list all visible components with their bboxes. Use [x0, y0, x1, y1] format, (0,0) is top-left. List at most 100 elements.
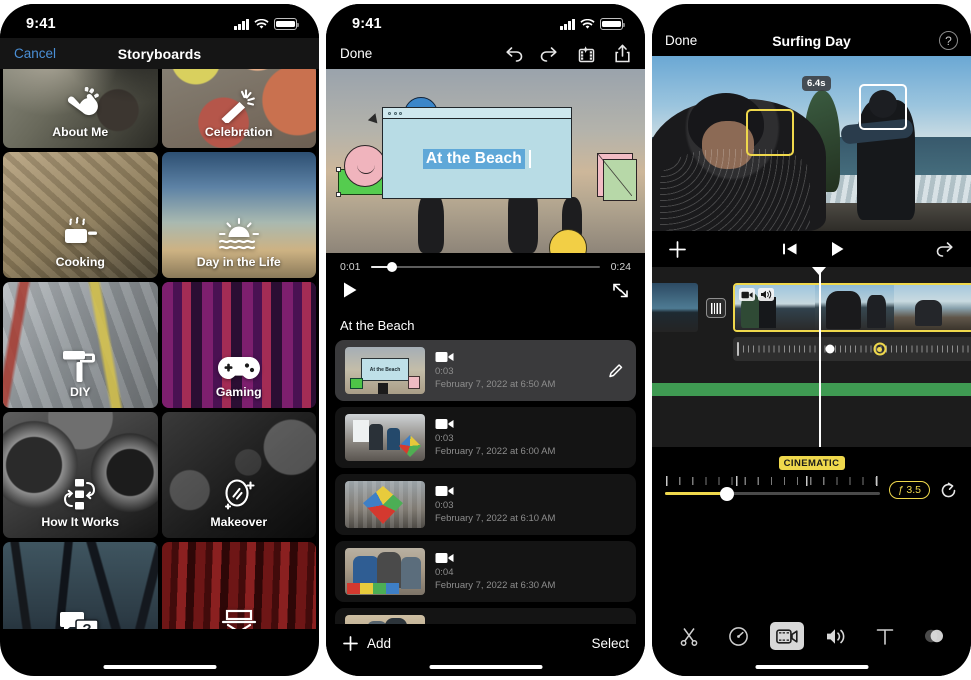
transition-icon[interactable] — [706, 298, 726, 318]
skip-to-start-icon[interactable] — [782, 242, 798, 256]
clip-date: February 7, 2022 at 6:00 AM — [435, 446, 556, 457]
phone-panel-editor: 9:41 Done At the Beach 0:01 0:24 At the … — [326, 4, 645, 676]
storyboard-card-cooking[interactable]: Cooking — [3, 152, 158, 278]
previous-clip[interactable] — [652, 283, 698, 332]
editor-actions — [504, 44, 631, 63]
wifi-icon — [580, 18, 595, 30]
card-label: Celebration — [204, 125, 273, 139]
kite-decoration — [367, 111, 381, 124]
redo-icon[interactable] — [540, 45, 559, 62]
video-camera-icon — [435, 552, 555, 564]
cinematic-camera-icon[interactable] — [770, 622, 804, 650]
slider-knob[interactable] — [720, 486, 735, 501]
playhead[interactable] — [819, 267, 822, 447]
share-icon[interactable] — [614, 44, 631, 63]
depth-slider[interactable] — [665, 476, 880, 503]
video-camera-icon — [435, 485, 555, 497]
add-label: Add — [367, 635, 392, 651]
title-text[interactable]: At the Beach — [422, 148, 525, 169]
card-label: DIY — [70, 385, 91, 399]
fstop-badge[interactable]: ƒ 3.5 — [888, 481, 930, 499]
storyboard-card-diy[interactable]: DIY — [3, 282, 158, 408]
storyboard-card-makeover[interactable]: Makeover — [161, 412, 316, 538]
fstop-value: 3.5 — [906, 484, 921, 496]
storyboard-card-qa[interactable]: ? Q&A — [3, 542, 158, 629]
plus-icon[interactable] — [668, 240, 687, 259]
phone-panel-storyboards: 9:41 Cancel Storyboards About Me Celebra… — [0, 4, 319, 676]
pencil-icon[interactable] — [607, 362, 624, 379]
clip-row[interactable]: 0:04 February 7, 2022 at 6:30 AM — [335, 541, 636, 602]
storyboard-grid: About Me Celebration Cooking Day in the … — [0, 22, 319, 629]
playback-scrubber[interactable]: 0:01 0:24 — [326, 253, 645, 273]
home-indicator[interactable] — [103, 664, 216, 669]
scrubber-track[interactable] — [371, 262, 600, 272]
card-label: Cooking — [55, 255, 105, 269]
clip-badges — [739, 288, 774, 301]
scrubber-knob[interactable] — [386, 262, 397, 272]
undo-icon[interactable] — [504, 45, 523, 62]
clip-row[interactable]: At the Beach 0:03 February 7, 2022 at 6:… — [335, 340, 636, 401]
clip-row[interactable]: 0:03 February 7, 2022 at 6:10 AM — [335, 474, 636, 535]
audio-track-band[interactable] — [652, 383, 971, 396]
add-button[interactable]: Add — [342, 635, 391, 652]
directors-chair-icon — [219, 607, 259, 629]
cinematic-panel: CINEMATIC ƒ 3.5 — [652, 447, 971, 503]
select-button[interactable]: Select — [591, 636, 629, 651]
question-mark-circle-icon[interactable]: ? — [939, 31, 958, 50]
magic-movie-icon[interactable] — [576, 45, 597, 63]
navigation-bar: Done Surfing Day ? — [652, 25, 971, 56]
tracked-face-box[interactable] — [746, 109, 794, 156]
clip-list[interactable]: At the Beach 0:03 February 7, 2022 at 6:… — [326, 340, 645, 638]
pink-smiley-sticker[interactable] — [344, 145, 386, 187]
speedometer-icon[interactable] — [721, 622, 755, 650]
clip-metadata: 0:03 February 7, 2022 at 6:00 AM — [435, 418, 555, 457]
reset-icon[interactable] — [939, 481, 958, 500]
project-title: At the Beach — [326, 308, 645, 340]
home-indicator[interactable] — [755, 664, 868, 669]
text-icon[interactable] — [868, 622, 902, 650]
filters-icon[interactable] — [917, 622, 951, 650]
storyboard-card-day-in-the-life[interactable]: Day in the Life — [161, 152, 316, 278]
photo-stack-sticker[interactable] — [597, 153, 637, 201]
expand-arrows-icon[interactable] — [612, 282, 629, 299]
duration-badge: 6.4s — [802, 76, 831, 91]
scissors-icon[interactable] — [672, 622, 706, 650]
video-preview[interactable]: At the Beach — [326, 69, 645, 253]
playhead-handle[interactable] — [812, 267, 827, 275]
timeline-toolbar — [652, 231, 971, 267]
play-icon[interactable] — [342, 281, 358, 299]
signal-bars-icon — [560, 18, 575, 30]
keyframe-ruler[interactable] — [733, 337, 971, 361]
resize-handle[interactable] — [336, 167, 341, 172]
volume-icon[interactable] — [819, 622, 853, 650]
selectable-subject-box[interactable] — [859, 84, 907, 130]
title-card-overlay[interactable]: At the Beach — [382, 107, 572, 199]
play-icon[interactable] — [830, 241, 845, 257]
storyboard-card-gaming[interactable]: Gaming — [161, 282, 316, 408]
keyframe-marker-active[interactable] — [873, 342, 887, 356]
done-button[interactable]: Done — [665, 33, 697, 48]
navigation-bar: Cancel Storyboards — [0, 38, 319, 69]
done-button[interactable]: Done — [340, 46, 372, 61]
title-text-area[interactable]: At the Beach — [383, 119, 571, 198]
undo-icon[interactable] — [936, 241, 955, 258]
video-preview[interactable]: 6.4s — [652, 56, 971, 231]
home-indicator[interactable] — [429, 664, 542, 669]
cancel-button[interactable]: Cancel — [14, 46, 56, 61]
resize-handle[interactable] — [336, 192, 341, 197]
storyboard-card-film[interactable]: Film — [161, 542, 316, 629]
phone-panel-cinematic: Done Surfing Day ? 6.4s CINEMATIC ƒ 3.5 — [652, 4, 971, 676]
card-label: Day in the Life — [196, 255, 281, 269]
clip-date: February 7, 2022 at 6:30 AM — [435, 580, 556, 591]
slider-track[interactable] — [665, 492, 880, 495]
storyboard-card-how-it-works[interactable]: How It Works — [3, 412, 158, 538]
timeline[interactable] — [652, 267, 971, 447]
screenshot-stage: 9:41 Cancel Storyboards About Me Celebra… — [0, 0, 971, 680]
beach-figure — [418, 191, 444, 253]
clip-row[interactable]: 0:03 February 7, 2022 at 6:00 AM — [335, 407, 636, 468]
selected-clip[interactable] — [733, 283, 971, 332]
hand-mirror-icon — [218, 477, 260, 513]
card-label: Gaming — [215, 385, 262, 399]
keyframe-marker[interactable] — [825, 344, 835, 354]
fstop-prefix: ƒ — [897, 484, 904, 496]
